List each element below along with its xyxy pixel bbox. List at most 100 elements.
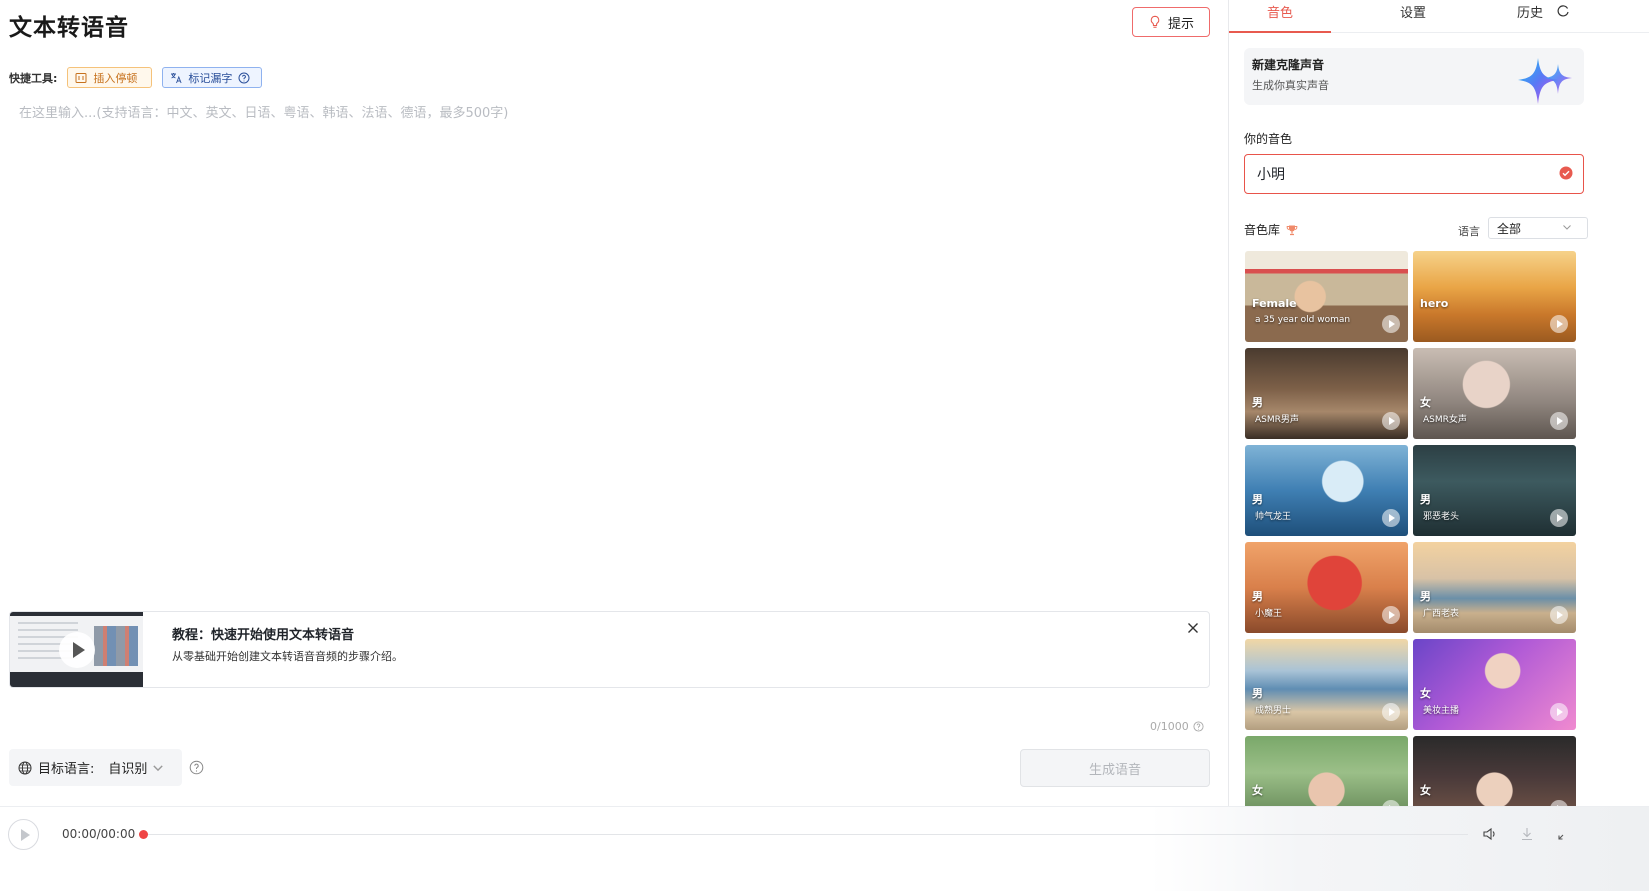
target-language-label: 目标语言: xyxy=(38,762,95,777)
progress-handle[interactable] xyxy=(139,830,148,839)
language-filter-value: 全部 xyxy=(1497,221,1522,236)
voice-card-title: 男 xyxy=(1252,687,1263,700)
play-icon[interactable] xyxy=(1382,412,1400,430)
tab-history[interactable]: 历史 xyxy=(1517,2,1543,21)
sparkle-icon xyxy=(1518,58,1572,104)
voice-card-title: 女 xyxy=(1420,784,1431,797)
voice-card[interactable]: 女 ASMR女声 xyxy=(1413,348,1576,439)
voice-card-title: hero xyxy=(1420,297,1449,310)
voice-card-title: 男 xyxy=(1252,493,1263,506)
voice-card-name: 邪恶老头 xyxy=(1423,512,1460,522)
mark-missing-label: 标记漏字 xyxy=(188,71,233,85)
voice-card-title: Female xyxy=(1252,297,1297,310)
voice-card-name: 广西老表 xyxy=(1423,609,1460,619)
tab-voice[interactable]: 音色 xyxy=(1267,2,1293,21)
tutorial-description: 从零基础开始创建文本转语音音频的步骤介绍。 xyxy=(172,650,403,663)
voice-card-title: 男 xyxy=(1252,396,1263,409)
generate-speech-button[interactable]: 生成语音 xyxy=(1020,749,1210,787)
progress-track[interactable] xyxy=(148,834,1468,835)
help-circle-icon[interactable] xyxy=(189,760,204,775)
chevron-down-icon xyxy=(153,764,164,771)
voice-card[interactable]: 男 帅气龙王 xyxy=(1245,445,1408,536)
tutorial-title: 教程：快速开始使用文本转语音 xyxy=(172,628,355,643)
play-icon[interactable] xyxy=(1382,606,1400,624)
play-icon[interactable] xyxy=(1382,703,1400,721)
audio-player: 00:00/00:00 xyxy=(0,806,1649,891)
voice-card-name: ASMR女声 xyxy=(1423,415,1467,425)
refresh-icon[interactable] xyxy=(1556,4,1570,18)
play-icon[interactable] xyxy=(59,632,95,668)
editor-panel: 文本转语音 提示 快捷工具: 插入停顿 标记漏字 教程：快 xyxy=(0,0,1228,846)
globe-icon xyxy=(18,761,32,774)
playback-time: 00:00/00:00 xyxy=(62,827,136,841)
voice-card-title: 男 xyxy=(1420,590,1431,603)
clone-title: 新建克隆声音 xyxy=(1252,58,1325,72)
tutorial-thumbnail[interactable] xyxy=(10,612,143,687)
voice-card[interactable]: 男 邪恶老头 xyxy=(1413,445,1576,536)
play-icon[interactable] xyxy=(1550,606,1568,624)
voice-library-label: 音色库 xyxy=(1244,221,1298,238)
voice-card[interactable]: 男 小魔王 xyxy=(1245,542,1408,633)
voice-card-name: 小魔王 xyxy=(1255,609,1283,619)
your-voice-label: 你的音色 xyxy=(1244,132,1293,146)
volume-icon[interactable] xyxy=(1482,826,1498,842)
voice-card-name: a 35 year old woman xyxy=(1255,315,1351,325)
panel-tabs: 音色 设置 历史 xyxy=(1229,0,1649,33)
voice-card[interactable]: 男 ASMR男声 xyxy=(1245,348,1408,439)
close-icon[interactable] xyxy=(1185,620,1201,636)
play-icon[interactable] xyxy=(1382,509,1400,527)
voice-card-title: 男 xyxy=(1252,590,1263,603)
expand-icon[interactable] xyxy=(1556,826,1572,842)
voice-card[interactable]: 男 广西老表 xyxy=(1413,542,1576,633)
new-clone-voice-card[interactable]: 新建克隆声音 生成你真实声音 xyxy=(1244,48,1584,105)
page-title: 文本转语音 xyxy=(9,15,129,41)
help-circle-icon[interactable] xyxy=(238,72,250,84)
voice-card-name: 成熟男士 xyxy=(1255,706,1292,716)
voice-card-title: 男 xyxy=(1420,493,1431,506)
tab-settings[interactable]: 设置 xyxy=(1400,2,1426,21)
voice-card[interactable]: 男 成熟男士 xyxy=(1245,639,1408,730)
play-icon[interactable] xyxy=(1382,315,1400,333)
language-filter-label: 语言 xyxy=(1458,225,1480,238)
insert-pause-label: 插入停顿 xyxy=(93,71,138,85)
voice-card-title: 女 xyxy=(1420,396,1431,409)
voice-card[interactable]: hero xyxy=(1413,251,1576,342)
mark-missing-button[interactable]: 标记漏字 xyxy=(162,67,263,88)
voice-card-name: ASMR男声 xyxy=(1255,415,1299,425)
tab-indicator xyxy=(1229,31,1331,33)
quick-tools: 快捷工具: 插入停顿 标记漏字 xyxy=(9,67,263,88)
translate-icon xyxy=(171,72,182,83)
voice-card[interactable]: Female a 35 year old woman xyxy=(1245,251,1408,342)
text-input[interactable] xyxy=(9,98,1209,598)
help-circle-icon[interactable] xyxy=(1193,721,1204,732)
voice-card-name: 帅气龙王 xyxy=(1255,512,1292,522)
play-icon[interactable] xyxy=(1550,703,1568,721)
download-icon[interactable] xyxy=(1519,826,1535,842)
chevron-down-icon xyxy=(1563,225,1571,230)
play-icon[interactable] xyxy=(1550,509,1568,527)
app: 文本转语音 提示 快捷工具: 插入停顿 标记漏字 教程：快 xyxy=(0,0,1649,891)
voice-card-name: 美妆主播 xyxy=(1423,706,1460,716)
hint-button[interactable]: 提示 xyxy=(1132,7,1210,37)
play-icon[interactable] xyxy=(1550,315,1568,333)
voice-card-title: 女 xyxy=(1420,687,1431,700)
your-voice-selected[interactable]: 小明 xyxy=(1244,154,1584,194)
voice-card-title: 女 xyxy=(1252,784,1263,797)
check-circle-icon xyxy=(1559,166,1573,180)
voice-card[interactable]: 女 xyxy=(1413,736,1576,806)
play-icon[interactable] xyxy=(1550,412,1568,430)
char-count-value: 0/1000 xyxy=(1150,720,1189,733)
insert-pause-button[interactable]: 插入停顿 xyxy=(67,67,153,88)
language-filter-select[interactable]: 全部 xyxy=(1488,217,1588,239)
voice-card[interactable]: 女 美妆主播 xyxy=(1413,639,1576,730)
tutorial-card[interactable]: 教程：快速开始使用文本转语音 从零基础开始创建文本转语音音频的步骤介绍。 xyxy=(9,611,1210,688)
your-voice-value: 小明 xyxy=(1257,167,1285,183)
voice-card[interactable]: 女 xyxy=(1245,736,1408,806)
char-count: 0/1000 xyxy=(1150,720,1204,733)
clone-subtitle: 生成你真实声音 xyxy=(1252,79,1329,92)
target-language-value[interactable]: 自识别 xyxy=(108,758,165,777)
trophy-icon xyxy=(1286,225,1298,235)
target-language-select[interactable]: 目标语言: 自识别 xyxy=(9,749,182,786)
target-language-text: 自识别 xyxy=(108,762,148,777)
play-button[interactable] xyxy=(8,819,39,850)
